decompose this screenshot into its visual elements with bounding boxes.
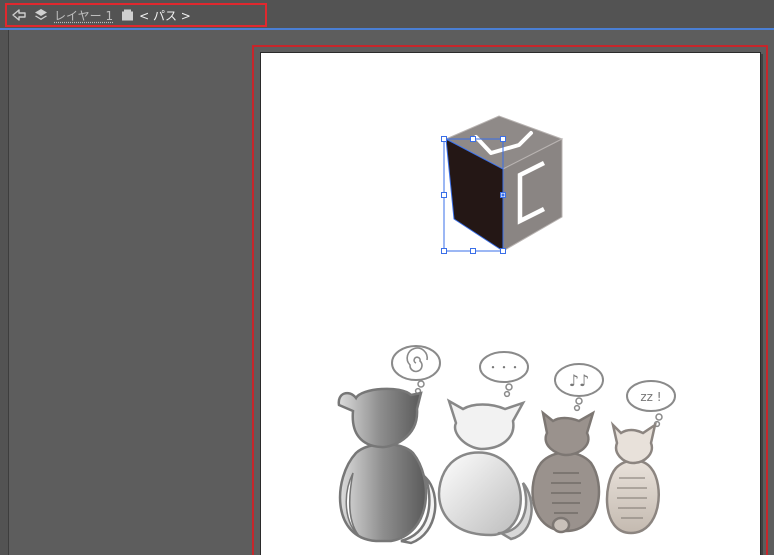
dog-illustration — [337, 387, 437, 545]
svg-text:♪♪: ♪♪ — [569, 371, 589, 390]
artwork: ・・・ ♪♪ zz ! — [337, 115, 676, 545]
layers-icon — [34, 8, 48, 22]
tan-cat-illustration — [605, 421, 660, 535]
thought-bubble-spiral — [391, 345, 441, 395]
resize-handle-top-right — [500, 136, 506, 142]
svg-text:zz !: zz ! — [640, 390, 661, 404]
artboard[interactable]: ・・・ ♪♪ zz ! — [260, 52, 761, 555]
resize-handle-bottom-left — [441, 248, 447, 254]
thought-bubble-music: ♪♪ — [554, 363, 604, 412]
back-arrow-icon[interactable] — [12, 9, 26, 21]
current-object-label: < パス > — [139, 8, 191, 23]
isolation-mode-bar: レイヤー 1 < パス > — [0, 0, 774, 30]
tabby-cat-illustration — [531, 409, 601, 534]
svg-text:・・・: ・・・ — [488, 361, 521, 374]
illustrator-window: レイヤー 1 < パス > ・・・ ♪♪ zz ! — [0, 0, 774, 555]
resize-handle-bottom — [470, 248, 476, 254]
breadcrumb: レイヤー 1 < パス > — [5, 3, 267, 27]
white-cat-illustration — [437, 398, 533, 541]
thought-bubble-sleep: zz ! — [626, 380, 676, 428]
left-panel-edge — [0, 30, 9, 555]
thought-bubble-dots: ・・・ — [479, 351, 529, 398]
resize-handle-top — [470, 136, 476, 142]
clip-group-icon — [121, 9, 134, 21]
layer-link[interactable]: レイヤー 1 — [54, 7, 113, 24]
resize-handle-left — [441, 192, 447, 198]
resize-handle-top-left — [441, 136, 447, 142]
resize-handle-bottom-right — [500, 248, 506, 254]
